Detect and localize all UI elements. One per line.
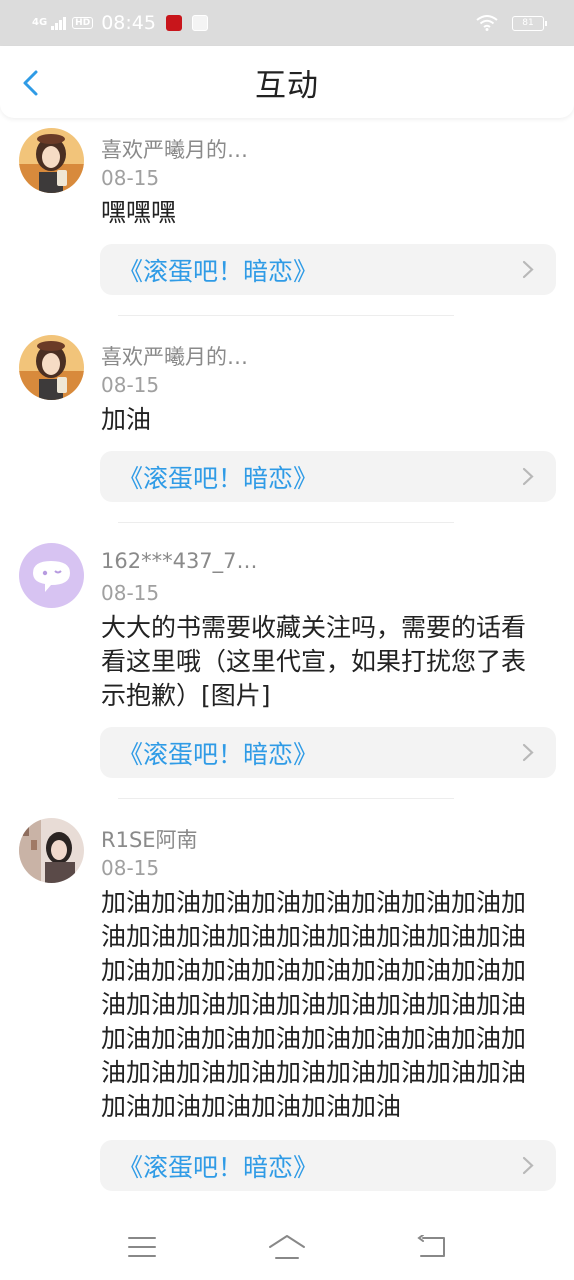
comment-username[interactable]: 喜欢严曦月的… bbox=[101, 134, 248, 164]
book-link-button[interactable]: 《滚蛋吧！暗恋》 bbox=[100, 1140, 556, 1191]
comment-username[interactable]: 喜欢严曦月的… bbox=[101, 341, 248, 371]
chevron-right-icon bbox=[522, 260, 534, 279]
status-time: 08:45 bbox=[101, 12, 156, 34]
book-title: 《滚蛋吧！暗恋》 bbox=[118, 256, 319, 286]
back-button[interactable] bbox=[18, 68, 46, 98]
status-bar: 4G HD 08:45 81 bbox=[0, 0, 574, 46]
chevron-right-icon bbox=[522, 467, 534, 486]
top-nav-bar: 互动 bbox=[0, 46, 574, 118]
book-link-button[interactable]: 《滚蛋吧！暗恋》 bbox=[100, 727, 556, 778]
page-title: 互动 bbox=[255, 67, 319, 104]
book-title: 《滚蛋吧！暗恋》 bbox=[118, 739, 319, 769]
divider bbox=[118, 522, 454, 523]
network-type: 4G bbox=[32, 17, 48, 28]
comment-date: 08-15 bbox=[101, 856, 160, 880]
comment-text: 加油 bbox=[101, 405, 152, 434]
notification-app-icon bbox=[165, 15, 182, 31]
girl-avatar-icon[interactable] bbox=[19, 128, 84, 193]
comment-date: 08-15 bbox=[101, 581, 160, 605]
back-system-button[interactable] bbox=[412, 1232, 452, 1262]
status-right: 81 bbox=[476, 15, 547, 31]
girl-avatar-icon[interactable] bbox=[19, 335, 84, 400]
menu-button[interactable] bbox=[122, 1232, 162, 1262]
signal-icon bbox=[51, 16, 67, 30]
book-title: 《滚蛋吧！暗恋》 bbox=[118, 463, 319, 493]
comment-text: 嘿嘿嘿 bbox=[101, 198, 177, 227]
home-button[interactable] bbox=[267, 1232, 307, 1262]
notification-video-icon bbox=[191, 15, 208, 31]
battery-icon: 81 bbox=[512, 15, 547, 31]
comment-text: 大大的书需要收藏关注吗，需要的话看看这里哦（这里代宣，如果打扰您了表示抱歉）[图… bbox=[101, 613, 527, 710]
comment-username[interactable]: R1SE阿南 bbox=[101, 824, 198, 854]
book-title: 《滚蛋吧！暗恋》 bbox=[118, 1152, 319, 1182]
photo-avatar-icon[interactable] bbox=[19, 818, 84, 883]
chevron-right-icon bbox=[522, 743, 534, 762]
divider bbox=[118, 798, 454, 799]
status-left: 4G HD 08:45 bbox=[32, 12, 208, 34]
back-arrow-icon bbox=[416, 1235, 445, 1257]
book-link-button[interactable]: 《滚蛋吧！暗恋》 bbox=[100, 244, 556, 295]
comment-text: 加油加油加油加油加油加油加油加油加油加油加油加油加油加油加油加油加油加油加油加油… bbox=[101, 888, 527, 1121]
comment-date: 08-15 bbox=[101, 373, 160, 397]
comment-date: 08-15 bbox=[101, 166, 160, 190]
chevron-right-icon bbox=[522, 1156, 534, 1175]
comment-list[interactable]: 喜欢严曦月的… 08-15 嘿嘿嘿 《滚蛋吧！暗恋》 喜欢严曦月的… 08-15 bbox=[0, 118, 574, 1214]
home-icon bbox=[268, 1235, 305, 1259]
hd-badge: HD bbox=[72, 17, 94, 29]
wifi-icon bbox=[476, 15, 498, 31]
book-link-button[interactable]: 《滚蛋吧！暗恋》 bbox=[100, 451, 556, 502]
chat-bubble-avatar-icon[interactable] bbox=[19, 543, 84, 608]
divider bbox=[118, 315, 454, 316]
menu-icon bbox=[128, 1237, 157, 1257]
system-nav-bar bbox=[0, 1214, 574, 1280]
comment-username[interactable]: 162***437_7… bbox=[101, 549, 258, 573]
